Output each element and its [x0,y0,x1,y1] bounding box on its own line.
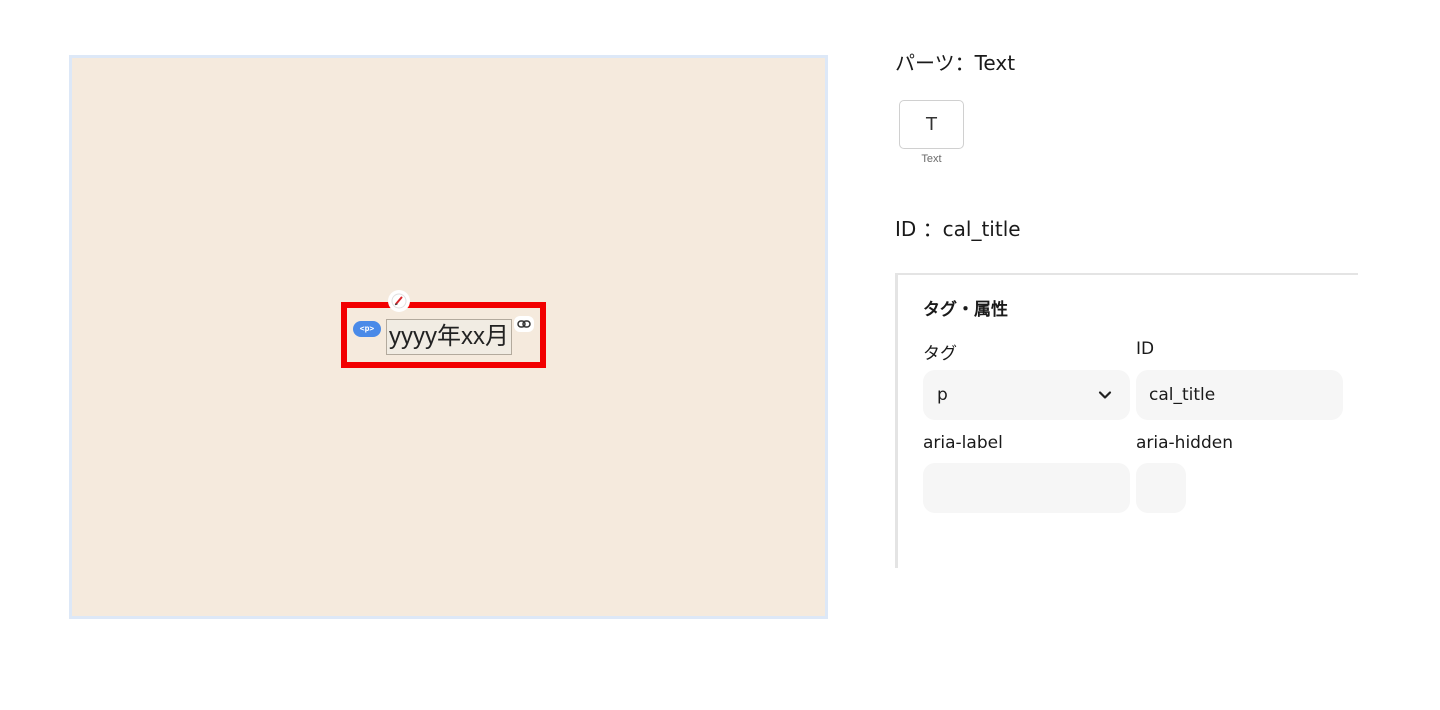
text-part-label: Text [921,153,942,165]
chevron-down-icon [1098,390,1112,400]
aria-label-field-label: aria-label [923,433,1003,453]
edit-pencil-icon[interactable] [388,290,410,312]
selected-text-element[interactable]: yyyy年xx月 [386,319,512,355]
section-heading-tag-attributes: タグ・属性 [923,300,1008,320]
tag-select-value: p [937,385,948,405]
tag-badge[interactable]: <p> [353,321,381,337]
text-type-icon: T [926,114,937,135]
aria-hidden-checkbox[interactable] [1136,463,1186,513]
tag-field-label: タグ [923,344,957,364]
id-field-label: ID [1136,339,1155,359]
id-input-value: cal_title [1149,385,1216,405]
parts-title: パーツ：Text [895,51,1016,75]
text-part-button[interactable]: T [899,100,964,149]
link-icon[interactable] [514,316,534,332]
id-input[interactable]: cal_title [1136,370,1343,420]
tag-select[interactable]: p [923,370,1130,420]
element-id-title: ID ：cal_title [895,217,1021,241]
aria-label-input[interactable] [923,463,1130,513]
aria-hidden-field-label: aria-hidden [1136,433,1233,453]
